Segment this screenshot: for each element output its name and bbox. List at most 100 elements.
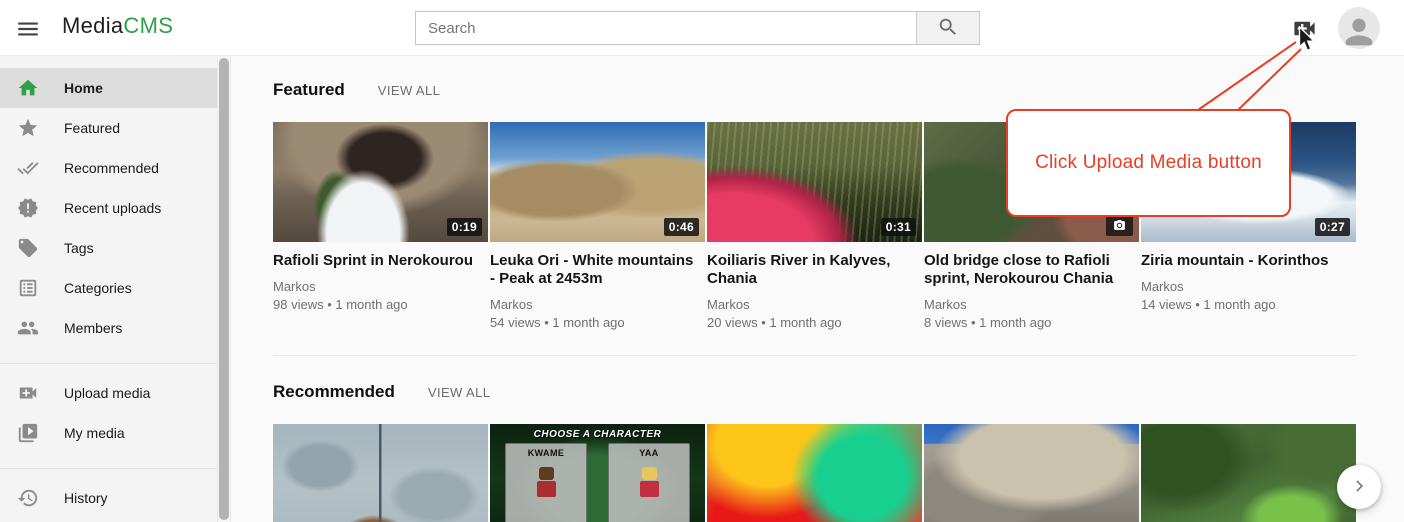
sidebar-item-categories[interactable]: Categories (0, 268, 217, 308)
logo[interactable]: MediaCMS (62, 13, 173, 39)
media-author: Markos (490, 296, 705, 313)
media-thumbnail[interactable] (707, 424, 922, 522)
duration-badge: 0:19 (447, 218, 482, 236)
character-panel: KWAMESelected (505, 443, 587, 522)
media-thumbnail[interactable]: CHOOSE A CHARACTER KWAMESelected YAASelect (490, 424, 705, 522)
media-title[interactable]: Leuka Ori - White mountains - Peak at 24… (490, 252, 705, 288)
avatar[interactable] (1338, 7, 1380, 49)
section-header: Featured VIEW ALL (273, 80, 1404, 100)
media-thumbnail[interactable]: 0:46 (490, 122, 705, 242)
section-header: RecommendedVIEW ALL (273, 382, 1404, 402)
sidebar-scrollbar-track (217, 56, 231, 522)
star-icon (17, 117, 39, 139)
duration-badge: 0:27 (1315, 218, 1350, 236)
media-thumbnail[interactable] (273, 424, 488, 522)
media-card[interactable]: 0:19 Rafioli Sprint in Nerokourou Markos98… (273, 122, 488, 313)
media-card[interactable] (924, 424, 1139, 522)
character-name: KWAME (506, 448, 586, 458)
media-thumbnail[interactable]: 0:31 (707, 122, 922, 242)
sidebar-item-label: Featured (64, 120, 120, 136)
media-author: Markos (924, 296, 1139, 313)
sidebar-item-home[interactable]: Home (0, 68, 217, 108)
media-card[interactable] (707, 424, 922, 522)
media-card[interactable] (1141, 424, 1356, 522)
media-meta: 8 views • 1 month ago (924, 314, 1139, 331)
media-meta: 54 views • 1 month ago (490, 314, 705, 331)
duration-badge: 0:46 (664, 218, 699, 236)
sidebar-divider (0, 468, 217, 469)
character-figure (533, 467, 559, 497)
media-card-row: CHOOSE A CHARACTER KWAMESelected YAASelect (273, 424, 1404, 522)
photo-type-badge (1106, 215, 1133, 236)
media-title[interactable]: Old bridge close to Rafioli sprint, Nero… (924, 252, 1139, 288)
new-releases-icon (17, 197, 39, 219)
sidebar-item-label: Members (64, 320, 122, 336)
carousel-next-button[interactable] (1337, 465, 1381, 509)
menu-button[interactable] (15, 16, 41, 42)
media-thumbnail[interactable]: 0:19 (273, 122, 488, 242)
sidebar-item-history[interactable]: History (0, 478, 217, 518)
media-author: Markos (273, 278, 488, 295)
home-icon (17, 77, 39, 99)
logo-cms: CMS (123, 13, 173, 38)
menu-icon (15, 16, 41, 42)
sidebar-item-label: My media (64, 425, 125, 441)
section-title: Featured (273, 80, 345, 100)
media-card[interactable] (273, 424, 488, 522)
media-meta: 14 views • 1 month ago (1141, 296, 1356, 313)
logo-media: Media (62, 13, 123, 38)
video-call-icon (1291, 15, 1318, 42)
media-card[interactable]: CHOOSE A CHARACTER KWAMESelected YAASelect (490, 424, 705, 522)
media-meta: 98 views • 1 month ago (273, 296, 488, 313)
view-all-link[interactable]: VIEW ALL (428, 385, 490, 400)
sidebar-item-featured[interactable]: Featured (0, 108, 217, 148)
media-author: Markos (1141, 278, 1356, 295)
tag-icon (17, 237, 39, 259)
media-meta: 20 views • 1 month ago (707, 314, 922, 331)
sidebar-item-tags[interactable]: Tags (0, 228, 217, 268)
game-screen-overlay: CHOOSE A CHARACTER KWAMESelected YAASelect (490, 424, 705, 522)
person-icon (1339, 12, 1379, 49)
character-panel: YAASelect (608, 443, 690, 522)
sidebar-scrollbar-thumb[interactable] (219, 58, 229, 520)
sidebar-item-members[interactable]: Members (0, 308, 217, 348)
search-icon (937, 16, 959, 38)
search-button[interactable] (917, 11, 980, 45)
search-bar (415, 11, 980, 45)
sidebar-item-label: Recent uploads (64, 200, 161, 216)
search-input[interactable] (415, 11, 917, 45)
media-card[interactable]: 0:46 Leuka Ori - White mountains - Peak a… (490, 122, 705, 331)
annotation-tooltip: Click Upload Media button (1006, 109, 1291, 217)
sidebar-item-label: Home (64, 80, 103, 96)
character-name: YAA (609, 448, 689, 458)
top-bar: MediaCMS (0, 0, 1404, 56)
sidebar-item-label: Categories (64, 280, 132, 296)
upload-media-button[interactable] (1291, 15, 1318, 42)
sidebar-item-recent-uploads[interactable]: Recent uploads (0, 188, 217, 228)
sidebar-item-label: Tags (64, 240, 94, 256)
categories-icon (17, 277, 39, 299)
sidebar-divider (0, 363, 217, 364)
video-call-icon (17, 382, 39, 404)
history-icon (17, 487, 39, 509)
sidebar-item-upload-media[interactable]: Upload media (0, 373, 217, 413)
annotation-text: Click Upload Media button (1035, 152, 1262, 174)
view-all-link[interactable]: VIEW ALL (378, 83, 440, 98)
media-thumbnail[interactable] (1141, 424, 1356, 522)
members-icon (17, 317, 39, 339)
media-thumbnail[interactable] (924, 424, 1139, 522)
media-title[interactable]: Rafioli Sprint in Nerokourou (273, 252, 488, 270)
sidebar-item-label: Upload media (64, 385, 150, 401)
done-all-icon (17, 157, 39, 179)
sidebar: Home Featured Recommended Recent uploads Tag… (0, 56, 217, 522)
sidebar-item-label: Recommended (64, 160, 159, 176)
game-heading: CHOOSE A CHARACTER (490, 429, 705, 440)
media-card[interactable]: 0:31Koiliaris River in Kalyves, ChaniaMa… (707, 122, 922, 331)
duration-badge: 0:31 (881, 218, 916, 236)
sidebar-item-my-media[interactable]: My media (0, 413, 217, 453)
media-title[interactable]: Koiliaris River in Kalyves, Chania (707, 252, 922, 288)
sidebar-item-recommended[interactable]: Recommended (0, 148, 217, 188)
chevron-right-icon (1349, 476, 1369, 496)
section-divider (273, 355, 1356, 356)
media-title[interactable]: Ziria mountain - Korinthos (1141, 252, 1356, 270)
